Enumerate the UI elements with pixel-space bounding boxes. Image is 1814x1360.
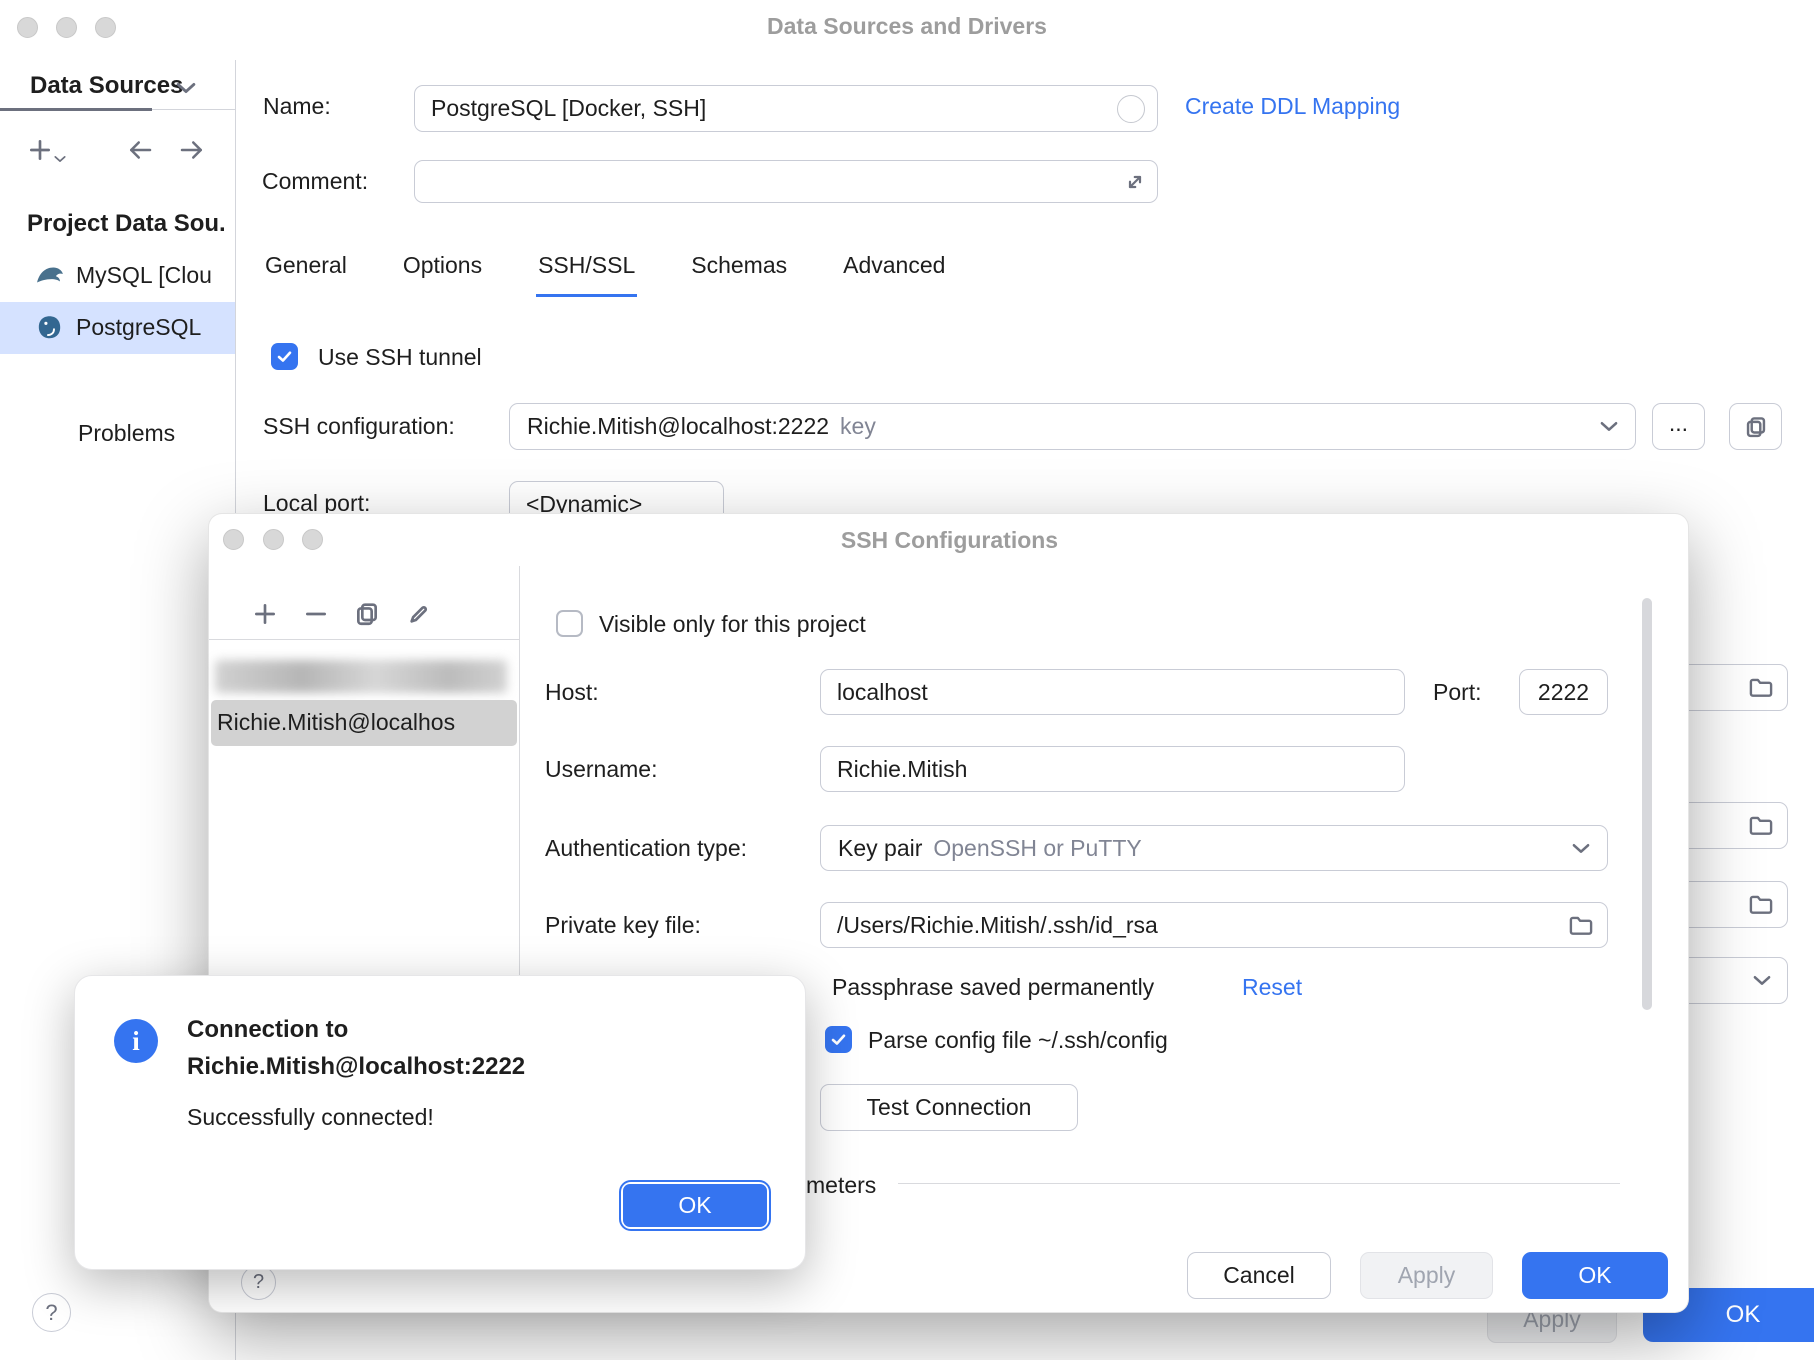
username-input[interactable]	[821, 756, 1404, 783]
sidebar-item-postgresql[interactable]: PostgreSQL	[0, 302, 235, 354]
auth-type-select[interactable]: Key pair OpenSSH or PuTTY	[820, 825, 1608, 871]
private-key-label: Private key file:	[545, 912, 701, 939]
back-arrow-icon[interactable]	[126, 140, 154, 160]
chevron-down-icon	[176, 82, 196, 94]
list-item-label: Richie.Mitish@localhos	[217, 709, 455, 736]
visible-only-label: Visible only for this project	[599, 611, 866, 638]
ssh-configuration-suffix: key	[840, 413, 876, 440]
list-item-redacted[interactable]	[215, 660, 507, 693]
sidebar-item-mysql[interactable]: MySQL [Clou	[0, 250, 235, 302]
remove-configuration-icon[interactable]	[304, 602, 328, 626]
list-toolbar-divider	[209, 639, 519, 640]
comment-field[interactable]	[414, 160, 1158, 203]
sidebar-section-title: Project Data Sou.	[27, 210, 226, 238]
dialog-title: SSH Configurations	[209, 527, 1690, 554]
auth-type-label: Authentication type:	[545, 835, 747, 862]
folder-icon[interactable]	[1749, 895, 1773, 914]
tab-ssh-ssl[interactable]: SSH/SSL	[536, 252, 637, 297]
mysql-dolphin-icon	[36, 265, 64, 285]
tab-advanced[interactable]: Advanced	[841, 252, 947, 297]
ssh-configuration-value: Richie.Mitish@localhost:2222	[527, 413, 829, 440]
private-key-input[interactable]	[821, 912, 1607, 939]
ssh-configurations-more-button[interactable]: ...	[1652, 403, 1705, 450]
host-label: Host:	[545, 679, 599, 706]
create-ddl-mapping-link[interactable]: Create DDL Mapping	[1185, 93, 1400, 120]
chevron-down-icon	[1572, 843, 1590, 854]
section-header-fragment: meters	[806, 1172, 876, 1199]
dialog-ok-button[interactable]: OK	[1522, 1252, 1668, 1299]
name-input[interactable]	[415, 95, 1157, 122]
tab-schemas[interactable]: Schemas	[689, 252, 789, 297]
notification-ok-button-focus-ring: OK	[619, 1180, 771, 1231]
host-field[interactable]	[820, 669, 1405, 715]
passphrase-status-text: Passphrase saved permanently	[832, 974, 1154, 1001]
private-key-field[interactable]	[820, 902, 1608, 948]
copy-configuration-button[interactable]	[1729, 403, 1782, 450]
username-label: Username:	[545, 756, 657, 783]
sidebar-item-problems[interactable]: Problems	[78, 420, 175, 447]
edit-configuration-icon[interactable]	[407, 602, 431, 626]
ssh-configuration-label: SSH configuration:	[263, 413, 455, 440]
tab-bar: General Options SSH/SSL Schemas Advanced	[263, 252, 947, 297]
window-title: Data Sources and Drivers	[0, 13, 1814, 40]
section-header-line	[898, 1183, 1620, 1184]
comment-label: Comment:	[262, 168, 368, 195]
sidebar-header-active-strip	[0, 108, 152, 111]
screen: Data Sources and Drivers Data Sources Pr…	[0, 0, 1814, 1360]
notification-title-line1: Connection to	[187, 1016, 348, 1044]
use-ssh-tunnel-checkbox[interactable]	[271, 343, 298, 370]
folder-icon[interactable]	[1569, 916, 1593, 935]
ssh-configuration-select[interactable]: Richie.Mitish@localhost:2222 key	[509, 403, 1636, 450]
port-label: Port:	[1433, 679, 1482, 706]
dialog-scrollbar[interactable]	[1642, 598, 1652, 1010]
username-field[interactable]	[820, 746, 1405, 792]
chevron-down-icon	[1600, 421, 1618, 432]
visible-only-checkbox[interactable]	[556, 610, 583, 637]
auth-type-value: Key pair	[838, 835, 922, 862]
checkmark-icon	[829, 1030, 848, 1049]
add-dropdown-chevron-icon[interactable]	[54, 155, 66, 163]
folder-icon[interactable]	[1749, 678, 1773, 697]
sidebar-header[interactable]: Data Sources	[30, 72, 183, 100]
dialog-cancel-button[interactable]: Cancel	[1187, 1252, 1331, 1299]
host-input[interactable]	[821, 679, 1404, 706]
chevron-down-icon	[1753, 975, 1771, 986]
dialog-apply-button[interactable]: Apply	[1360, 1252, 1493, 1299]
info-icon: i	[114, 1019, 158, 1063]
tab-options[interactable]: Options	[401, 252, 484, 297]
auth-type-hint: OpenSSH or PuTTY	[933, 835, 1141, 862]
parse-config-label: Parse config file ~/.ssh/config	[868, 1027, 1168, 1054]
port-field[interactable]	[1519, 669, 1608, 715]
main-help-button[interactable]: ?	[32, 1293, 71, 1332]
connection-notification: i Connection to Richie.Mitish@localhost:…	[74, 975, 806, 1270]
test-connection-button[interactable]: Test Connection	[820, 1084, 1078, 1131]
dialog-help-button[interactable]: ?	[241, 1265, 276, 1300]
copy-configuration-icon[interactable]	[355, 602, 379, 626]
name-field-spinner-icon	[1117, 95, 1145, 123]
expand-icon[interactable]	[1125, 172, 1145, 192]
name-label: Name:	[263, 93, 331, 120]
add-data-source-icon[interactable]	[28, 138, 52, 162]
tab-general[interactable]: General	[263, 252, 349, 297]
list-item-selected[interactable]: Richie.Mitish@localhos	[211, 700, 517, 746]
parse-config-checkbox[interactable]	[825, 1026, 852, 1053]
use-ssh-tunnel-label: Use SSH tunnel	[318, 344, 482, 371]
port-input[interactable]	[1520, 679, 1607, 706]
add-configuration-icon[interactable]	[253, 602, 277, 626]
forward-arrow-icon[interactable]	[178, 140, 206, 160]
copy-icon	[1745, 416, 1767, 438]
sidebar-item-label: PostgreSQL	[76, 314, 201, 341]
postgresql-elephant-icon	[36, 314, 63, 341]
comment-input[interactable]	[415, 168, 1157, 195]
checkmark-icon	[275, 347, 294, 366]
notification-title-line2: Richie.Mitish@localhost:2222	[187, 1053, 525, 1081]
name-field[interactable]	[414, 85, 1158, 132]
notification-ok-button[interactable]: OK	[623, 1184, 767, 1227]
folder-icon[interactable]	[1749, 816, 1773, 835]
sidebar-item-label: MySQL [Clou	[76, 262, 212, 289]
passphrase-reset-link[interactable]: Reset	[1242, 974, 1302, 1001]
notification-body: Successfully connected!	[187, 1104, 434, 1131]
